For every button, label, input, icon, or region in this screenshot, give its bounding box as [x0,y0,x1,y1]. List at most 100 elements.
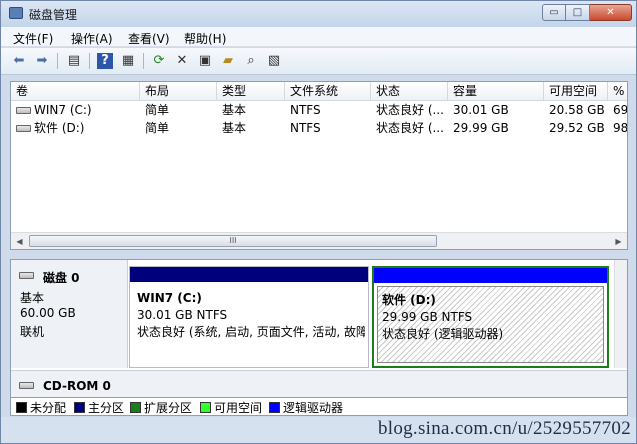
menu-bar: 文件(F) 操作(A) 查看(V) 帮助(H) [1,27,636,47]
menu-help[interactable]: 帮助(H) [184,30,226,47]
partition-d-body: 软件 (D:) 29.99 GB NTFS 状态良好 (逻辑驱动器) [377,286,604,363]
horizontal-scrollbar[interactable]: ◀ III ▶ [11,232,627,249]
menu-view[interactable]: 查看(V) [128,30,170,47]
table-row[interactable]: WIN7 (C:) 简单 基本 NTFS 状态良好 (... 30.01 GB … [11,102,627,119]
free-space-cell: 29.52 GB [549,121,605,135]
legend-swatch [74,402,85,413]
menu-file[interactable]: 文件(F) [13,30,53,47]
legend-label: 可用空间 [214,401,263,415]
cdrom-icon [19,382,34,389]
watermark: blog.sina.com.cn/u/2529557702 [377,418,631,439]
minimize-button[interactable]: ▭ [542,4,566,21]
legend-item-unallocated: 未分配 [16,399,66,416]
partition-c[interactable]: WIN7 (C:) 30.01 GB NTFS 状态良好 (系统, 启动, 页面… [129,266,369,368]
column-header-capacity[interactable]: 容量 [448,82,544,101]
partition-status: 状态良好 (逻辑驱动器) [382,327,504,341]
window-controls: ▭ □ ✕ [542,4,632,21]
disk-size: 60.00 GB [20,306,76,320]
column-header-filesystem[interactable]: 文件系统 [285,82,371,101]
volume-list[interactable]: 卷 布局 类型 文件系统 状态 容量 可用空间 % WIN7 (C:) 简单 基… [10,81,628,250]
logical-drive-bar [374,268,607,283]
filesystem-cell: NTFS [290,121,321,135]
legend-label: 主分区 [88,401,125,415]
layout-cell: 简单 [145,103,170,117]
column-header-free-space[interactable]: 可用空间 [544,82,608,101]
partition-d[interactable]: 软件 (D:) 29.99 GB NTFS 状态良好 (逻辑驱动器) [372,266,609,368]
search-icon[interactable]: ⌕ [243,53,259,69]
partition-title: WIN7 (C:) [137,291,202,305]
window-title: 磁盘管理 [29,8,78,22]
legend-label: 扩展分区 [144,401,193,415]
scroll-right-arrow-icon[interactable]: ▶ [611,234,626,249]
volume-name: WIN7 (C:) [34,103,92,117]
toolbar-separator [89,53,90,69]
disk-name: 磁盘 0 [43,271,80,285]
cdrom-name: CD-ROM 0 [43,379,111,393]
capacity-cell: 29.99 GB [453,121,509,135]
toolbar-separator [57,53,58,69]
menu-action[interactable]: 操作(A) [71,30,113,47]
legend-swatch [130,402,141,413]
legend-item-extended: 扩展分区 [130,399,192,416]
help-icon[interactable]: ? [97,53,113,69]
maximize-button[interactable]: □ [566,4,590,21]
disk-drive-icon [16,107,31,114]
partition-status: 状态良好 (系统, 启动, 页面文件, 活动, 故障 [137,325,365,339]
toolbar: ⬅ ➡ ▤ ? ▦ ⟳ ✕ ▣ ▰ ⌕ ▧ [1,48,636,75]
table-row[interactable]: 软件 (D:) 简单 基本 NTFS 状态良好 (... 29.99 GB 29… [11,120,627,137]
capacity-cell: 30.01 GB [453,103,509,117]
open-folder-icon[interactable]: ▰ [220,53,236,69]
legend-label: 逻辑驱动器 [283,401,344,415]
disk-management-window: 磁盘管理 ▭ □ ✕ 文件(F) 操作(A) 查看(V) 帮助(H) ⬅ ➡ ▤… [0,0,637,444]
type-cell: 基本 [222,103,247,117]
disk-0-info[interactable]: 磁盘 0 基本 60.00 GB 联机 [11,260,128,368]
legend-swatch [200,402,211,413]
percent-cell: 98 [613,121,627,135]
scroll-thumb[interactable]: III [29,235,437,247]
delete-icon[interactable]: ✕ [174,53,190,69]
legend-item-logical-drive: 逻辑驱动器 [269,399,343,416]
console-tree-icon[interactable]: ▤ [66,53,82,69]
hard-disk-icon [19,272,34,279]
help-topics-icon[interactable]: ▦ [120,53,136,69]
volume-cell: WIN7 (C:) [11,102,140,119]
cdrom-0-info[interactable]: CD-ROM 0 [11,370,627,397]
partition-title: 软件 (D:) [382,293,436,307]
column-header-layout[interactable]: 布局 [140,82,217,101]
vertical-scrollbar[interactable] [614,260,627,368]
disk-graphical-view: 磁盘 0 基本 60.00 GB 联机 WIN7 (C:) 30.01 GB N… [10,259,628,398]
partition-size-fs: 29.99 GB NTFS [382,310,473,324]
status-cell: 状态良好 (... [376,121,444,135]
column-header-volume[interactable]: 卷 [11,82,140,101]
export-icon[interactable]: ▧ [266,53,282,69]
layout-cell: 简单 [145,121,170,135]
close-button[interactable]: ✕ [590,4,632,21]
type-cell: 基本 [222,121,247,135]
disk-type: 基本 [20,291,45,305]
column-header-type[interactable]: 类型 [217,82,285,101]
properties-icon[interactable]: ▣ [197,53,213,69]
partition-size-fs: 30.01 GB NTFS [137,308,228,322]
disk-drive-icon [16,125,31,132]
forward-arrow-icon[interactable]: ➡ [34,53,50,69]
percent-cell: 69 [613,103,627,117]
volume-name: 软件 (D:) [34,121,85,135]
volume-cell: 软件 (D:) [11,120,140,137]
scroll-left-arrow-icon[interactable]: ◀ [12,234,27,249]
title-bar[interactable]: 磁盘管理 ▭ □ ✕ [1,1,636,27]
legend: 未分配 主分区 扩展分区 可用空间 逻辑驱动器 [10,398,628,416]
column-header-status[interactable]: 状态 [371,82,448,101]
legend-label: 未分配 [30,401,67,415]
partition-c-body: WIN7 (C:) 30.01 GB NTFS 状态良好 (系统, 启动, 页面… [133,285,365,364]
legend-swatch [269,402,280,413]
legend-item-free-space: 可用空间 [200,399,262,416]
free-space-cell: 20.58 GB [549,103,605,117]
back-arrow-icon[interactable]: ⬅ [11,53,27,69]
primary-partition-bar [130,267,368,282]
disk-state: 联机 [20,325,45,339]
legend-swatch [16,402,27,413]
filesystem-cell: NTFS [290,103,321,117]
refresh-icon[interactable]: ⟳ [151,53,167,69]
column-header-percent[interactable]: % [608,82,627,101]
toolbar-separator [143,53,144,69]
